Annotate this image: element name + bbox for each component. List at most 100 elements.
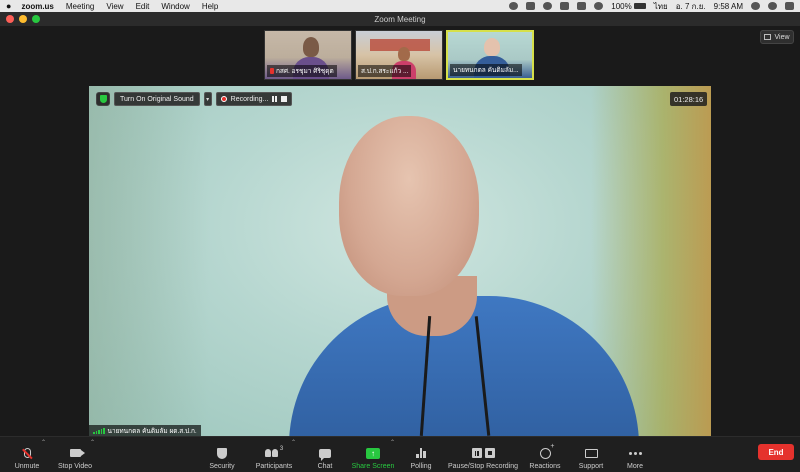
- participant-name-tag: นายทนกตล คันติมลัม...: [450, 64, 522, 76]
- background-wall-left: [89, 86, 209, 436]
- participant-video: [303, 37, 319, 57]
- unmute-button[interactable]: Unmute: [12, 440, 42, 470]
- participants-label: Participants: [255, 463, 293, 470]
- audio-options-caret[interactable]: ⌃: [41, 439, 46, 446]
- menu-meeting[interactable]: Meeting: [66, 2, 94, 11]
- menubar-status-area: 100% ไทย อ. 7 ก.ย. 9:58 AM: [509, 0, 794, 13]
- speaker-name: นายทนกตล คันติมลัม ผต.ส.ป.ก.: [107, 427, 197, 435]
- security-shield-icon: [217, 447, 227, 459]
- recording-indicator: Recording...: [215, 92, 293, 106]
- view-label: View: [774, 33, 790, 41]
- recording-label: Recording...: [230, 95, 269, 103]
- participant-name: ส.ป.ก.สระแก้ว ...: [361, 68, 409, 75]
- macos-menu-bar: ● zoom.us Meeting View Edit Window Help …: [0, 0, 800, 12]
- zoom-status-icon[interactable]: [509, 2, 519, 10]
- chat-button[interactable]: Chat: [314, 440, 336, 470]
- share-screen-button[interactable]: ↑ Share Screen: [351, 440, 395, 470]
- menubar-date[interactable]: อ. 7 ก.ย.: [676, 0, 706, 13]
- minimize-window-button[interactable]: [19, 15, 27, 23]
- participants-button[interactable]: 3 Participants: [253, 440, 295, 470]
- battery-icon: [633, 3, 646, 9]
- participant-name-tag: กสศ. อรชุมา ศิริชุดุต: [267, 65, 337, 77]
- polling-button[interactable]: Polling: [409, 440, 433, 470]
- pause-stop-recording-icon: [471, 448, 495, 458]
- messenger-icon[interactable]: [543, 2, 553, 10]
- battery-indicator[interactable]: 100%: [611, 1, 646, 11]
- support-button[interactable]: Support: [577, 440, 605, 470]
- speaker-head: [339, 116, 479, 296]
- chat-bubble-icon: [319, 448, 331, 461]
- pause-stop-recording-label: Pause/Stop Recording: [447, 463, 519, 470]
- input-language[interactable]: ไทย: [654, 0, 668, 13]
- participant-thumb-1[interactable]: กสศ. อรชุมา ศิริชุดุต: [264, 30, 352, 80]
- security-button[interactable]: Security: [206, 440, 238, 470]
- reactions-smiley-icon: [539, 443, 555, 459]
- more-dots-icon: [628, 451, 642, 455]
- speaker-name-tag: นายทนกตล คันติมลัม ผต.ส.ป.ก.: [89, 425, 201, 436]
- participant-thumb-2[interactable]: ส.ป.ก.สระแก้ว ...: [355, 30, 443, 80]
- participant-name: นายทนกตล คันติมลัม...: [453, 67, 519, 74]
- window-controls: [6, 15, 40, 23]
- participant-video: [484, 38, 500, 56]
- audio-signal-icon: [93, 427, 105, 434]
- video-top-controls: Turn On Original Sound ▾ Recording...: [96, 92, 293, 106]
- participant-thumb-3-active-speaker[interactable]: นายทนกตล คันติมลัม...: [446, 30, 534, 80]
- close-window-button[interactable]: [6, 15, 14, 23]
- main-speaker-video: [89, 86, 711, 436]
- polling-label: Polling: [410, 463, 432, 470]
- video-options-caret[interactable]: ⌃: [90, 439, 95, 446]
- meeting-toolbar: Unmute ⌃ Stop Video ⌃ Security 3 Partici…: [0, 436, 800, 472]
- stop-video-button[interactable]: Stop Video: [56, 440, 94, 470]
- spotlight-icon[interactable]: [751, 2, 760, 10]
- menu-app-name[interactable]: zoom.us: [21, 2, 53, 11]
- control-icon[interactable]: [560, 2, 570, 10]
- wifi-icon[interactable]: [594, 2, 604, 10]
- more-button[interactable]: More: [624, 440, 646, 470]
- unmute-label: Unmute: [14, 463, 40, 470]
- muted-mic-icon: [21, 448, 33, 459]
- participant-video: [398, 47, 410, 61]
- support-monitor-icon: [584, 448, 598, 458]
- original-sound-dropdown[interactable]: ▾: [203, 92, 212, 106]
- menu-view[interactable]: View: [106, 2, 123, 11]
- participant-name: กสศ. อรชุมา ศิริชุดุต: [276, 68, 334, 75]
- end-meeting-button[interactable]: End: [758, 444, 794, 460]
- share-options-caret[interactable]: ⌃: [390, 439, 395, 446]
- apple-icon[interactable]: ●: [6, 1, 11, 11]
- reactions-button[interactable]: Reactions: [529, 440, 561, 471]
- pause-stop-recording-button[interactable]: Pause/Stop Recording: [448, 440, 518, 470]
- menu-help[interactable]: Help: [202, 2, 218, 11]
- stop-recording-icon[interactable]: [281, 96, 288, 102]
- battery-percent: 100%: [611, 1, 632, 11]
- stop-video-label: Stop Video: [57, 463, 93, 470]
- line-icon[interactable]: [526, 2, 536, 10]
- menu-window[interactable]: Window: [161, 2, 189, 11]
- original-sound-button[interactable]: Turn On Original Sound: [114, 92, 200, 106]
- notification-center-icon[interactable]: [785, 2, 794, 10]
- support-label: Support: [578, 463, 604, 470]
- share-screen-label: Share Screen: [351, 463, 395, 470]
- participant-thumbnails: กสศ. อรชุมา ศิริชุดุต ส.ป.ก.สระแก้ว ... …: [264, 30, 534, 80]
- polling-chart-icon: [416, 448, 426, 458]
- pause-recording-icon[interactable]: [272, 96, 278, 102]
- participant-name-tag: ส.ป.ก.สระแก้ว ...: [358, 65, 412, 77]
- view-button[interactable]: View: [760, 30, 794, 44]
- meeting-stage: กสศ. อรชุมา ศิริชุดุต ส.ป.ก.สระแก้ว ... …: [0, 26, 800, 436]
- reactions-label: Reactions: [529, 463, 561, 470]
- siri-icon[interactable]: [768, 2, 777, 10]
- window-title: Zoom Meeting: [374, 14, 426, 24]
- participants-options-caret[interactable]: ⌃: [291, 439, 296, 446]
- meeting-timer: 01:28:16: [670, 92, 708, 106]
- recording-dot-icon: [220, 96, 227, 102]
- encryption-shield-icon[interactable]: [96, 92, 110, 106]
- security-label: Security: [209, 463, 235, 470]
- menubar-time[interactable]: 9:58 AM: [714, 2, 743, 11]
- share-screen-icon: ↑: [366, 447, 380, 459]
- muted-mic-icon: [270, 68, 274, 74]
- airplay-icon[interactable]: [577, 2, 587, 10]
- menu-edit[interactable]: Edit: [136, 2, 150, 11]
- grid-view-icon: [764, 34, 772, 40]
- participants-count: 3: [279, 446, 284, 452]
- fullscreen-window-button[interactable]: [32, 15, 40, 23]
- chat-label: Chat: [317, 463, 333, 470]
